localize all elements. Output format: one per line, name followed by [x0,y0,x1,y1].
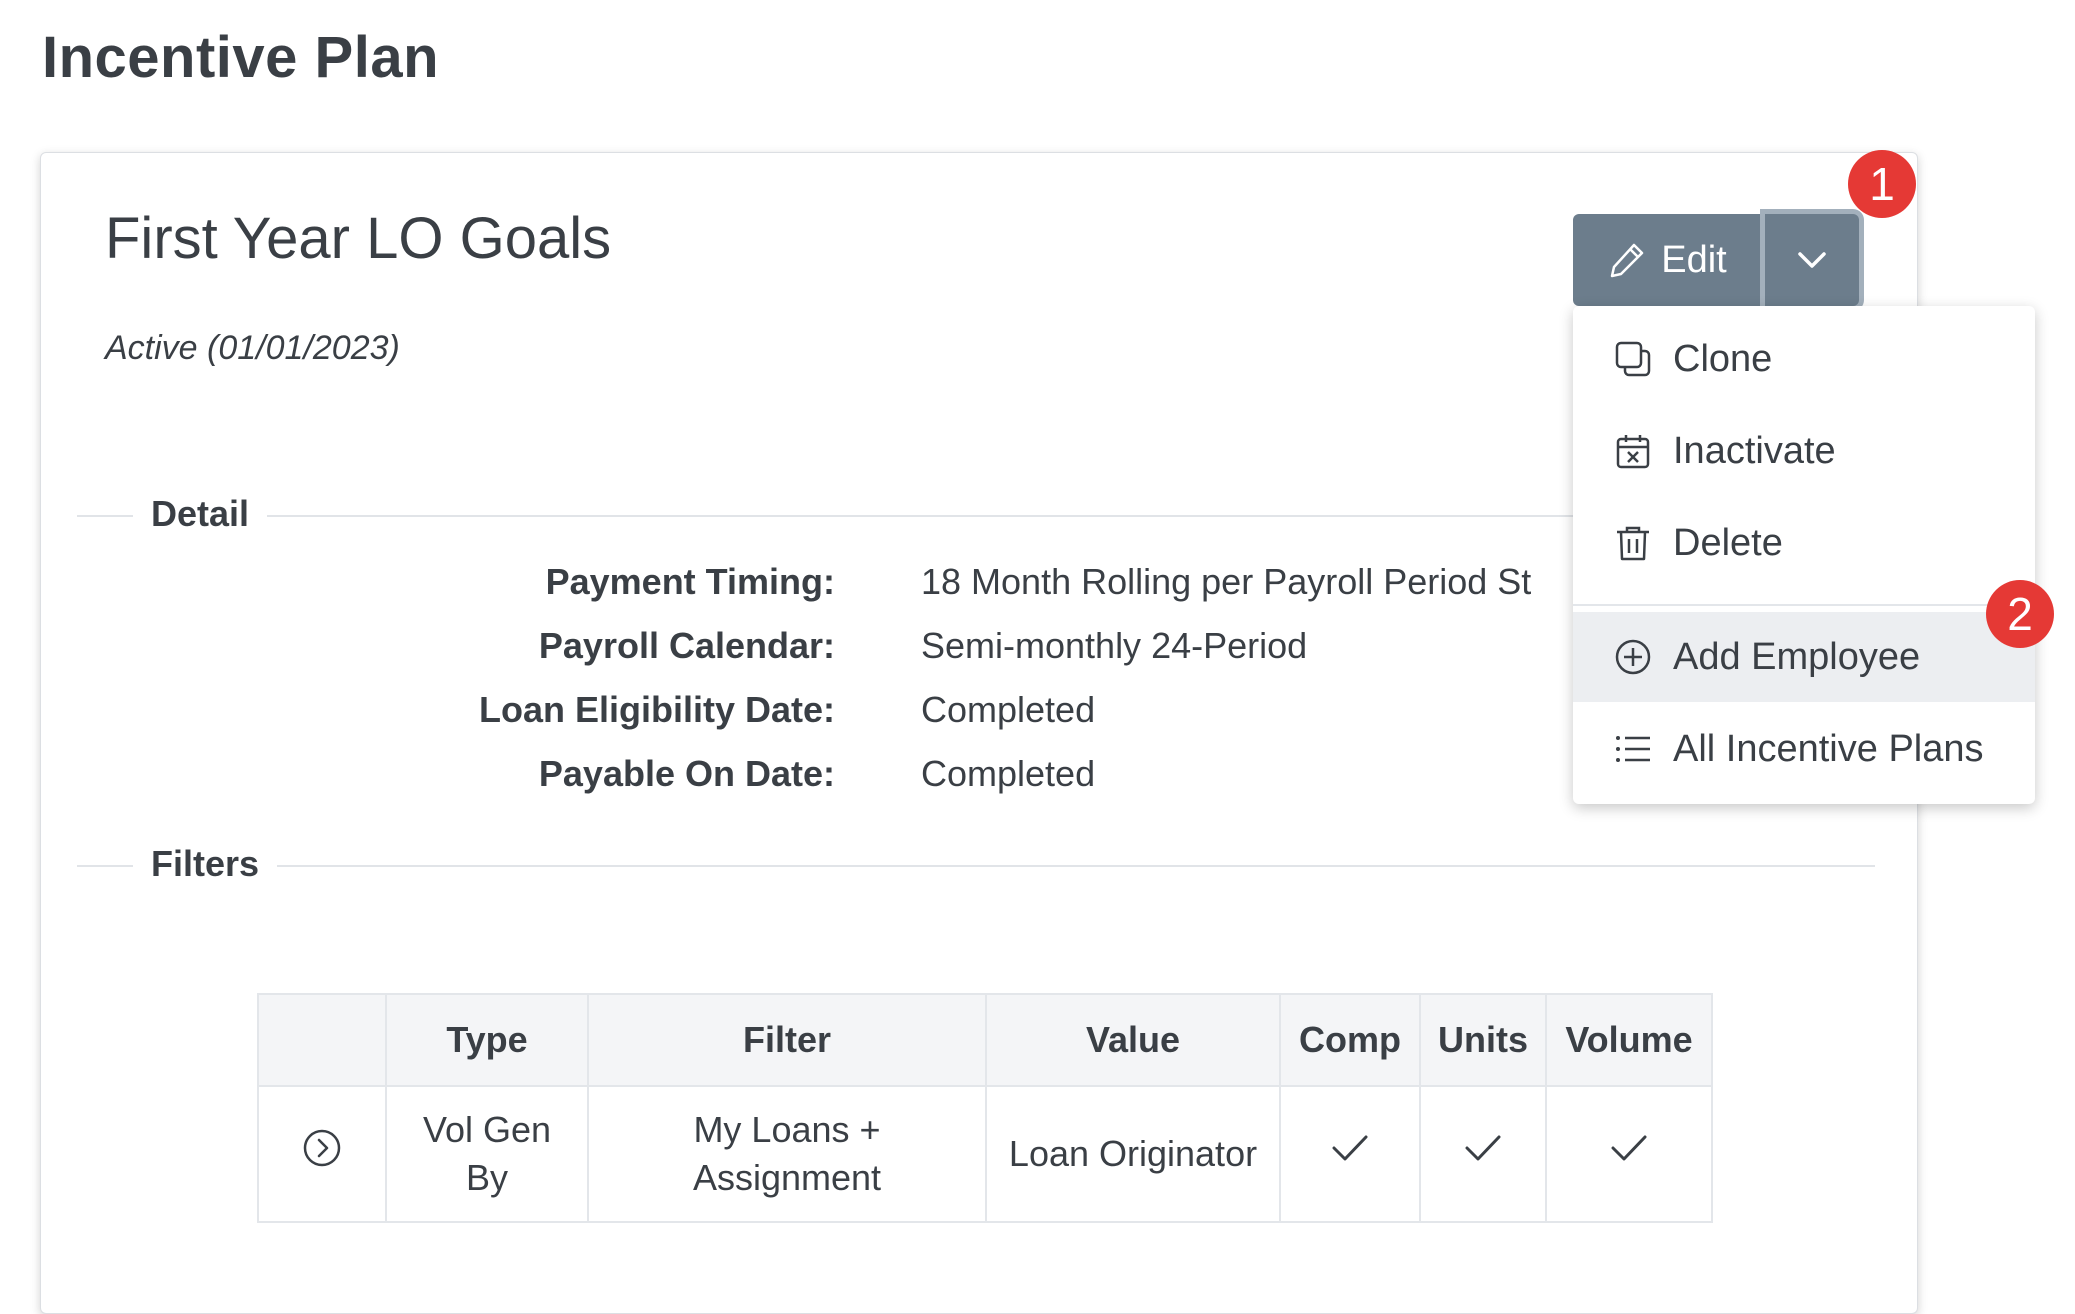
type-line: By [465,1157,508,1198]
plan-name: First Year LO Goals [105,206,612,271]
filter-line: Assignment [692,1157,882,1198]
trash-icon [1613,523,1653,563]
calendar-x-icon [1613,431,1653,471]
type-line: Vol Gen [422,1109,552,1150]
menu-item-all-incentive-plans[interactable]: All Incentive Plans [1573,704,2035,794]
menu-item-inactivate[interactable]: Inactivate [1573,406,2035,496]
actions-dropdown-menu: Clone Inactivate Delete Add Employee All… [1573,306,2035,804]
column-header-filter: Filter [587,993,987,1087]
column-header-volume: Volume [1545,993,1713,1087]
pencil-icon [1611,243,1644,278]
edit-button-label: Edit [1661,238,1727,281]
detail-label: Payroll Calendar: [538,625,835,666]
divider [77,515,1577,517]
menu-item-label: Add Employee [1673,635,1921,678]
value-cell: Loan Originator [985,1085,1281,1223]
detail-label: Loan Eligibility Date: [478,689,835,730]
detail-label: Payment Timing: [545,561,835,602]
column-header-value: Value [985,993,1281,1087]
menu-item-clone[interactable]: Clone [1573,314,2035,404]
menu-item-label: Inactivate [1673,429,1836,472]
filters-section-label: Filters [133,843,278,885]
plan-status: Active (01/01/2023) [105,329,400,367]
filter-cell: My Loans + Assignment [587,1085,987,1223]
menu-item-delete[interactable]: Delete [1573,498,2035,588]
divider [77,865,1875,867]
menu-item-label: Delete [1673,521,1783,564]
check-icon [1332,1135,1368,1161]
filters-table: Type Filter Value Comp Units Volume Vol … [257,993,1713,1223]
units-cell [1419,1085,1547,1223]
column-header-expand [257,993,387,1087]
list-icon [1613,729,1653,769]
detail-section-label: Detail [133,493,268,535]
menu-divider [1573,604,2035,606]
edit-button-group: Edit [1573,214,1859,306]
column-header-comp: Comp [1279,993,1421,1087]
check-icon [1465,1135,1501,1161]
plus-circle-icon [1613,637,1653,677]
edit-button[interactable]: Edit [1573,214,1761,306]
detail-label: Payable On Date: [538,753,835,794]
column-header-type: Type [385,993,589,1087]
detail-value: Semi-monthly 24-Period [921,625,1308,666]
table-row: Vol Gen By My Loans + Assignment Loan Or… [257,1085,1713,1223]
comp-cell [1279,1085,1421,1223]
volume-cell [1545,1085,1713,1223]
menu-item-add-employee[interactable]: Add Employee [1573,612,2035,702]
callout-badge-1: 1 [1848,150,1916,218]
edit-dropdown-toggle[interactable] [1765,214,1859,306]
page-title: Incentive Plan [42,25,440,90]
type-cell: Vol Gen By [385,1085,589,1223]
menu-item-label: All Incentive Plans [1673,727,1984,770]
chevron-right-circle-icon[interactable] [302,1128,342,1168]
table-header-row: Type Filter Value Comp Units Volume [257,993,1713,1087]
detail-value: Completed [921,753,1096,794]
callout-badge-2: 2 [1986,580,2054,648]
chevron-down-icon [1798,252,1826,268]
expand-cell[interactable] [257,1085,387,1223]
menu-item-label: Clone [1673,337,1773,380]
detail-value: Completed [921,689,1096,730]
check-icon [1611,1135,1647,1161]
column-header-units: Units [1419,993,1547,1087]
detail-value: 18 Month Rolling per Payroll Period St [921,561,1532,602]
copy-icon [1613,339,1653,379]
filter-line: My Loans + [693,1109,881,1150]
filters-section-header: Filters [77,835,1881,895]
